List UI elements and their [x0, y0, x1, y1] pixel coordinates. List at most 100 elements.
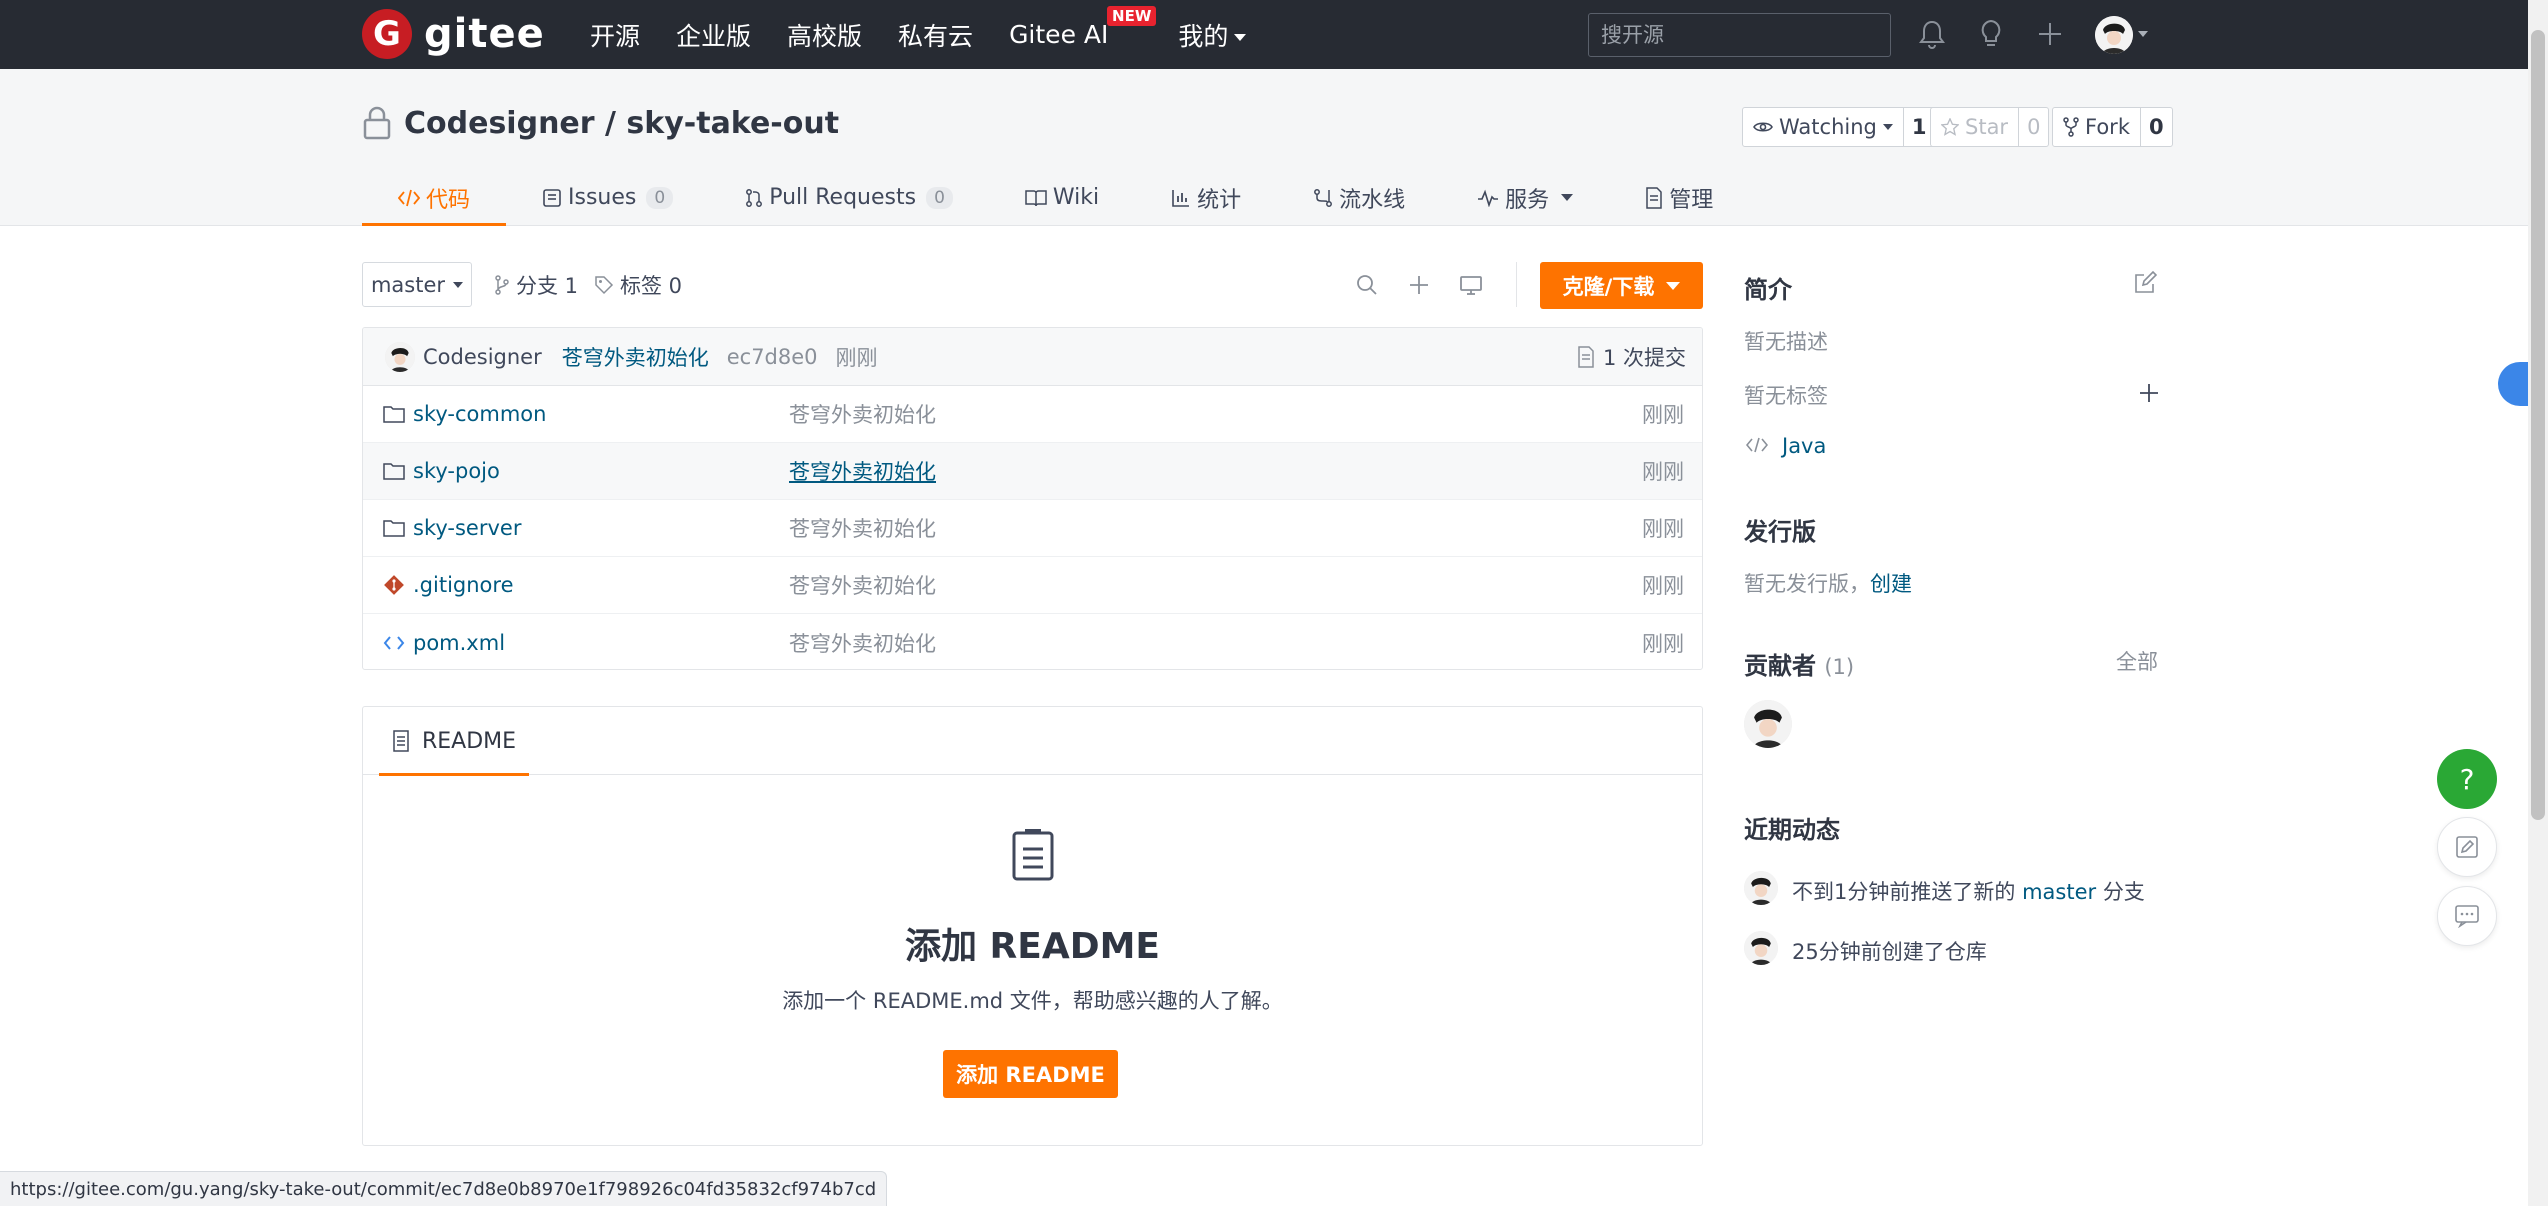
tab-manage[interactable]: 管理	[1609, 169, 1749, 226]
code-icon	[398, 189, 420, 206]
tab-code-label: 代码	[426, 187, 471, 213]
tab-services[interactable]: 服务	[1441, 169, 1609, 226]
search-input[interactable]	[1588, 13, 1891, 57]
web-ide-icon[interactable]	[1454, 268, 1488, 302]
activity-item: 25分钟前创建了仓库	[1792, 940, 1987, 964]
star-button[interactable]: Star 0	[1930, 107, 2050, 147]
fork-count[interactable]: 0	[2141, 108, 2172, 146]
file-commit-message[interactable]: 苍穹外卖初始化	[789, 456, 936, 486]
chevron-down-icon	[1234, 34, 1247, 41]
chat-button[interactable]	[2437, 886, 2497, 946]
tab-code[interactable]: 代码	[362, 169, 507, 226]
commit-count-label: 1 次提交	[1602, 345, 1686, 370]
commit-sha[interactable]: ec7d8e0	[727, 345, 818, 369]
file-time: 刚刚	[1642, 460, 1684, 484]
tags-link[interactable]: 标签 0	[594, 270, 682, 300]
scrollbar-thumb[interactable]	[2531, 30, 2545, 820]
star-count[interactable]: 0	[2019, 108, 2048, 146]
lightbulb-icon[interactable]	[1973, 16, 2009, 52]
language-link[interactable]: Java	[1782, 434, 1826, 458]
file-name[interactable]: sky-pojo	[413, 459, 500, 483]
file-commit-message[interactable]: 苍穹外卖初始化	[789, 513, 936, 543]
star-main[interactable]: Star	[1931, 108, 2020, 146]
nav-enterprise[interactable]: 企业版	[676, 17, 751, 53]
feedback-button[interactable]	[2437, 817, 2497, 877]
chevron-down-icon[interactable]	[2138, 31, 2148, 37]
file-name[interactable]: pom.xml	[413, 631, 505, 655]
top-navbar: G gitee 开源 企业版 高校版 私有云 Gitee AI NEW 我的	[0, 0, 2548, 69]
activity-branch-link[interactable]: master	[2022, 880, 2096, 904]
settings-doc-icon	[1646, 186, 1662, 209]
nav-mine-dropdown[interactable]: 我的	[1178, 17, 1247, 53]
nav-education[interactable]: 高校版	[787, 17, 862, 53]
no-release: 暂无发行版，创建	[1744, 568, 1912, 598]
file-commit-message[interactable]: 苍穹外卖初始化	[789, 628, 936, 658]
fork-main[interactable]: Fork	[2053, 108, 2141, 146]
no-tags: 暂无标签	[1744, 384, 1828, 408]
nav-private-cloud[interactable]: 私有云	[898, 17, 973, 53]
create-release-link[interactable]: 创建	[1870, 572, 1912, 596]
tab-stats[interactable]: 统计	[1135, 169, 1277, 226]
tab-pull-requests-label: Pull Requests	[769, 185, 917, 210]
tab-manage-label: 管理	[1669, 187, 1714, 213]
nav-open-source[interactable]: 开源	[590, 17, 640, 53]
bell-icon[interactable]	[1914, 16, 1950, 52]
tab-pull-requests[interactable]: Pull Requests 0	[709, 169, 989, 226]
activity-item: 不到1分钟前推送了新的 master 分支	[1792, 876, 2145, 906]
bar-chart-icon	[1172, 189, 1190, 207]
commit-author[interactable]: Codesigner	[423, 345, 542, 369]
watch-label: Watching	[1779, 115, 1877, 139]
watch-main[interactable]: Watching	[1743, 108, 1904, 146]
file-commit-message[interactable]: 苍穹外卖初始化	[789, 399, 936, 429]
nav-gitee-ai[interactable]: Gitee AI NEW	[1009, 6, 1157, 49]
commit-count-link[interactable]: 1 次提交	[1577, 342, 1686, 372]
branch-select[interactable]: master	[362, 262, 472, 307]
clone-download-button[interactable]: 克隆/下载	[1540, 262, 1703, 309]
gitee-logo[interactable]: G gitee	[362, 8, 545, 60]
avatar[interactable]	[1744, 871, 1778, 905]
contributors-count: (1)	[1824, 655, 1855, 679]
file-time: 刚刚	[1642, 631, 1684, 656]
tab-issues[interactable]: Issues 0	[506, 169, 709, 226]
search-icon[interactable]	[1350, 268, 1384, 302]
tab-pipeline[interactable]: 流水线	[1277, 169, 1441, 226]
branches-link[interactable]: 分支 1	[494, 270, 578, 300]
file-name[interactable]: sky-common	[413, 402, 546, 426]
table-row[interactable]: pom.xml 苍穹外卖初始化 刚刚	[363, 614, 1702, 669]
readme-tab[interactable]: README	[379, 707, 529, 776]
commit-message[interactable]: 苍穹外卖初始化	[562, 342, 709, 372]
repo-name[interactable]: Codesigner / sky-take-out	[404, 106, 839, 141]
help-button[interactable]: ?	[2437, 749, 2497, 809]
watch-button[interactable]: Watching 1	[1742, 107, 1936, 147]
file-name[interactable]: sky-server	[413, 516, 521, 540]
user-avatar[interactable]	[2095, 16, 2133, 54]
avatar[interactable]	[1744, 931, 1778, 965]
contributors-title: 贡献者 (1)	[1744, 646, 1854, 681]
star-label: Star	[1965, 115, 2009, 139]
file-commit-message[interactable]: 苍穹外卖初始化	[789, 570, 936, 600]
table-row[interactable]: sky-pojo 苍穹外卖初始化 刚刚	[363, 443, 1702, 500]
add-readme-button[interactable]: 添加 README	[943, 1050, 1118, 1098]
no-description: 暂无描述	[1744, 330, 1828, 354]
table-row[interactable]: .gitignore 苍穹外卖初始化 刚刚	[363, 557, 1702, 614]
plus-icon[interactable]	[2136, 380, 2162, 406]
commit-time: 刚刚	[835, 345, 878, 370]
fork-button[interactable]: Fork 0	[2052, 107, 2173, 147]
branch-icon	[495, 275, 509, 295]
contributors-all-link[interactable]: 全部	[2116, 646, 2158, 676]
readme-tab-label: README	[421, 728, 517, 754]
tab-pull-requests-count: 0	[926, 186, 953, 209]
chevron-down-icon	[1666, 281, 1681, 290]
avatar[interactable]	[385, 341, 415, 372]
table-row[interactable]: sky-common 苍穹外卖初始化 刚刚	[363, 386, 1702, 443]
code-file-icon	[383, 632, 405, 654]
table-row[interactable]: sky-server 苍穹外卖初始化 刚刚	[363, 500, 1702, 557]
tags-label: 标签 0	[620, 274, 683, 298]
tab-wiki[interactable]: Wiki	[989, 169, 1135, 226]
plus-icon[interactable]	[2032, 16, 2068, 52]
edit-icon[interactable]	[2132, 270, 2158, 296]
add-file-icon[interactable]	[1402, 268, 1436, 302]
status-bar-url: https://gitee.com/gu.yang/sky-take-out/c…	[0, 1171, 888, 1206]
file-name[interactable]: .gitignore	[413, 573, 514, 597]
avatar[interactable]	[1744, 700, 1792, 748]
